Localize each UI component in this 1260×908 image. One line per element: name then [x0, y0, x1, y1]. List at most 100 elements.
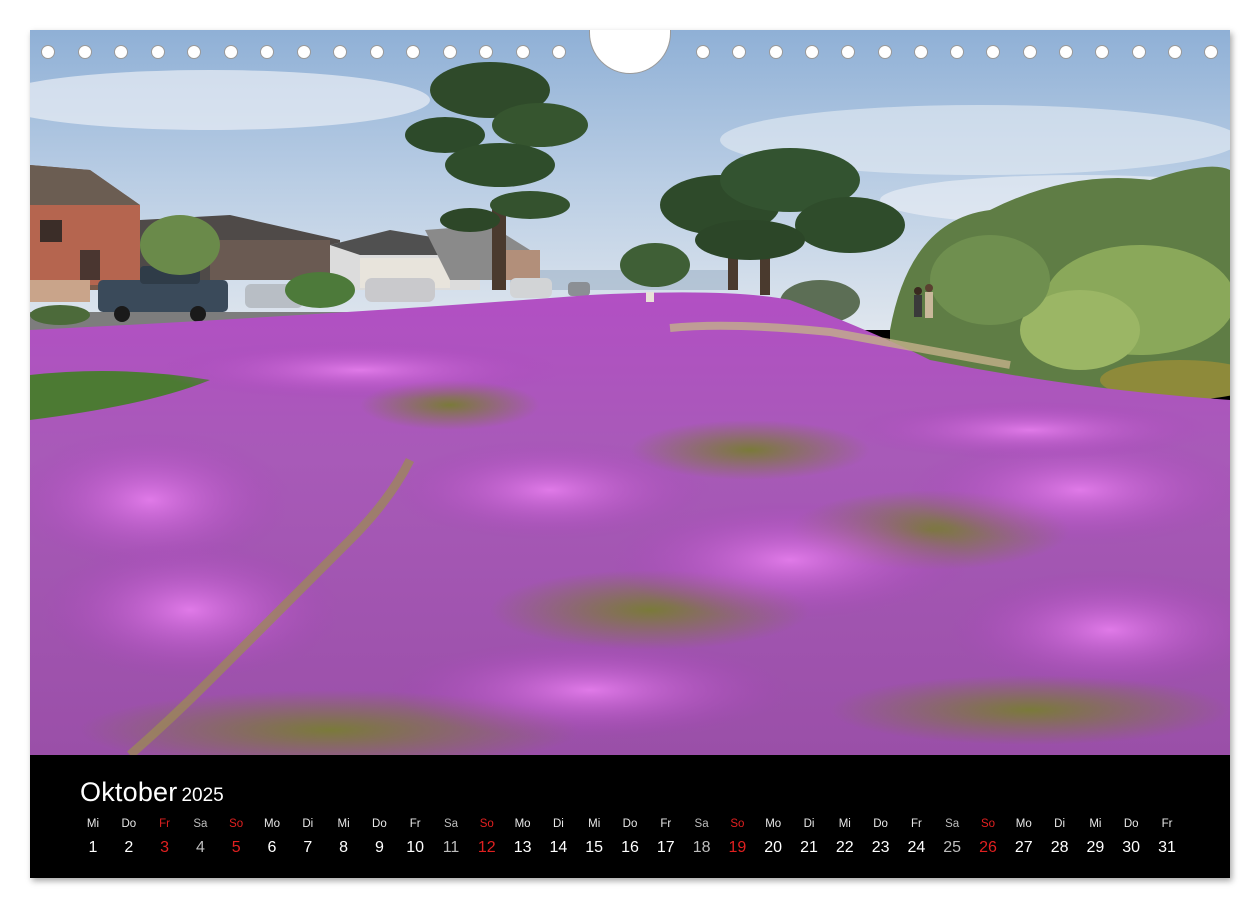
weekday-label: So [229, 818, 244, 830]
weekday-label: Fr [910, 818, 922, 830]
day-cell: Mo 20 [755, 818, 791, 857]
day-cell: Fr 3 [147, 818, 183, 857]
day-number: 6 [267, 839, 277, 856]
day-number: 28 [1050, 839, 1069, 856]
weekday-label: Mo [1015, 818, 1032, 830]
day-number: 30 [1122, 839, 1141, 856]
weekday-label: Fr [409, 818, 421, 830]
day-cell: Do 30 [1113, 818, 1149, 857]
day-number: 22 [835, 839, 854, 856]
day-cell: Mo 13 [505, 818, 541, 857]
day-cell: Mi 22 [827, 818, 863, 857]
day-cell: Mi 8 [326, 818, 362, 857]
month-title: Oktober 2025 [80, 777, 224, 808]
day-number: 10 [406, 839, 425, 856]
weekday-label: Di [552, 818, 564, 830]
day-number: 31 [1158, 839, 1176, 856]
day-number: 17 [656, 839, 675, 856]
day-cell: Sa 4 [182, 818, 218, 857]
weekday-label: Do [622, 818, 638, 830]
day-cell: Do 23 [863, 818, 899, 857]
day-number: 23 [871, 839, 890, 856]
landscape-photo [30, 30, 1230, 755]
calendar-strip: Oktober 2025 Mi 1 Do 2 Fr 3 Sa 4 So 5 Mo 6 Di 7 Mi 8 Do 9 F… [30, 755, 1230, 878]
day-number: 25 [943, 839, 962, 856]
weekday-label: Mo [514, 818, 531, 830]
weekday-label: Sa [945, 818, 960, 830]
weekday-label: Fr [1161, 818, 1173, 830]
weekday-label: Do [873, 818, 888, 830]
calendar-sheet: Oktober 2025 Mi 1 Do 2 Fr 3 Sa 4 So 5 Mo 6 Di 7 Mi 8 Do 9 F… [30, 30, 1230, 878]
weekday-label: So [479, 818, 494, 830]
day-cell: Mo 27 [1006, 818, 1042, 857]
weekday-label: Mo [264, 818, 280, 830]
day-number: 21 [800, 839, 818, 856]
day-number: 2 [124, 839, 134, 856]
weekday-label: Fr [159, 818, 171, 830]
day-cell: Di 14 [540, 818, 576, 857]
day-cell: Sa 25 [934, 818, 970, 857]
day-number: 8 [339, 839, 349, 856]
day-cell: Do 2 [111, 818, 147, 857]
weekday-label: Do [372, 818, 387, 830]
day-cell: Do 16 [612, 818, 648, 857]
day-cell: Mi 15 [576, 818, 612, 857]
day-number: 27 [1014, 839, 1033, 856]
day-number: 29 [1086, 839, 1105, 856]
day-number: 5 [231, 839, 241, 856]
day-number: 15 [585, 839, 604, 856]
year-label: 2025 [181, 785, 224, 806]
day-cell: So 19 [719, 818, 755, 857]
weekday-label: Di [302, 818, 314, 830]
day-cell: Fr 10 [397, 818, 433, 857]
day-cell: Mi 29 [1077, 818, 1113, 857]
day-number: 12 [477, 839, 496, 856]
day-cell: Sa 18 [684, 818, 720, 857]
day-number: 4 [195, 839, 205, 856]
day-number: 18 [692, 839, 711, 856]
day-number: 9 [374, 839, 384, 856]
day-cell: Di 21 [791, 818, 827, 857]
day-number: 3 [160, 839, 170, 856]
weekday-label: Mi [337, 818, 350, 830]
weekday-label: Mo [765, 818, 782, 830]
day-number: 26 [979, 839, 997, 856]
day-number: 19 [728, 839, 747, 856]
day-cell: So 12 [469, 818, 505, 857]
weekday-label: Di [803, 818, 815, 830]
day-number: 16 [621, 839, 639, 856]
weekday-label: Di [1054, 818, 1066, 830]
day-number: 1 [88, 839, 98, 856]
day-cell: Fr 17 [648, 818, 684, 857]
day-cell: Sa 11 [433, 818, 469, 857]
weekday-label: Mi [588, 818, 601, 830]
weekday-label: Do [121, 818, 137, 830]
weekday-label: Fr [660, 818, 672, 830]
day-cell: Do 9 [361, 818, 397, 857]
day-cell: So 26 [970, 818, 1006, 857]
day-number: 13 [513, 839, 532, 856]
day-cell: Di 28 [1042, 818, 1078, 857]
day-cell: Fr 31 [1149, 818, 1185, 857]
weekday-label: Mi [838, 818, 851, 830]
day-number: 7 [303, 839, 313, 856]
day-number: 14 [549, 839, 568, 856]
day-number: 24 [907, 839, 926, 856]
day-number: 20 [764, 839, 783, 856]
day-cell: Di 7 [290, 818, 326, 857]
weekday-label: Mi [1089, 818, 1102, 830]
day-cell: Mo 6 [254, 818, 290, 857]
weekday-label: Sa [443, 818, 459, 830]
weekday-label: Do [1123, 818, 1139, 830]
day-number: 11 [442, 839, 460, 856]
weekday-label: So [980, 818, 996, 830]
day-cell: So 5 [218, 818, 254, 857]
day-cell: Mi 1 [75, 818, 111, 857]
month-name: Oktober [80, 777, 178, 807]
weekday-label: Sa [193, 818, 208, 830]
weekday-label: So [730, 818, 745, 830]
weekday-label: Sa [694, 818, 709, 830]
calendar-page: Oktober 2025 Mi 1 Do 2 Fr 3 Sa 4 So 5 Mo 6 Di 7 Mi 8 Do 9 F… [0, 0, 1260, 908]
weekday-label: Mi [86, 818, 100, 830]
day-cell: Fr 24 [898, 818, 934, 857]
